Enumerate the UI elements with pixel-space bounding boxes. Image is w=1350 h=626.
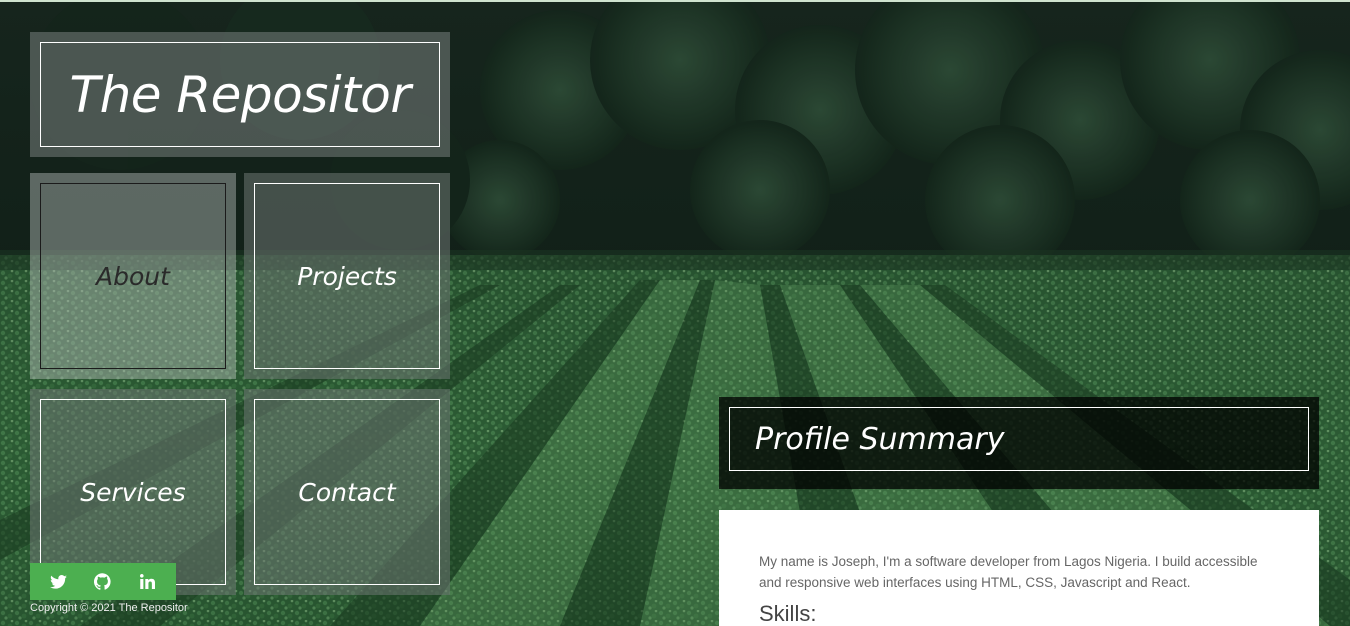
profile-summary-header: Profile Summary (719, 397, 1319, 489)
nav-tile-contact-label: Contact (298, 477, 396, 507)
nav-tile-projects[interactable]: Projects (244, 173, 450, 379)
copyright-text: Copyright © 2021 The Repositor (30, 602, 188, 614)
nav-tile-frame: Services (40, 399, 226, 585)
page: The Repositor About Projects Services Co… (0, 0, 1350, 626)
nav-tile-about[interactable]: About (30, 173, 236, 379)
skills-heading: Skills: (759, 601, 817, 626)
nav-tile-frame: About (40, 183, 226, 369)
profile-summary-text: My name is Joseph, I'm a software develo… (759, 554, 1258, 590)
profile-summary-body: My name is Joseph, I'm a software develo… (719, 510, 1319, 626)
nav-tile-about-label: About (96, 261, 170, 291)
nav-tile-frame: Projects (254, 183, 440, 369)
linkedin-link[interactable] (133, 567, 163, 597)
profile-summary-title: Profile Summary (755, 421, 1005, 457)
site-title-box[interactable]: The Repositor (30, 32, 450, 157)
top-border (0, 0, 1350, 2)
github-icon (94, 573, 112, 590)
nav-tile-contact[interactable]: Contact (244, 389, 450, 595)
github-link[interactable] (88, 567, 118, 597)
site-title-frame: The Repositor (40, 42, 440, 147)
twitter-icon (49, 574, 67, 589)
site-title[interactable]: The Repositor (70, 66, 411, 124)
nav-tile-projects-label: Projects (297, 261, 397, 291)
twitter-link[interactable] (43, 567, 73, 597)
nav-tile-services-label: Services (80, 477, 186, 507)
profile-summary-frame: Profile Summary (729, 407, 1309, 471)
social-links-bar (30, 563, 176, 600)
linkedin-icon (140, 574, 156, 589)
nav-tile-frame: Contact (254, 399, 440, 585)
